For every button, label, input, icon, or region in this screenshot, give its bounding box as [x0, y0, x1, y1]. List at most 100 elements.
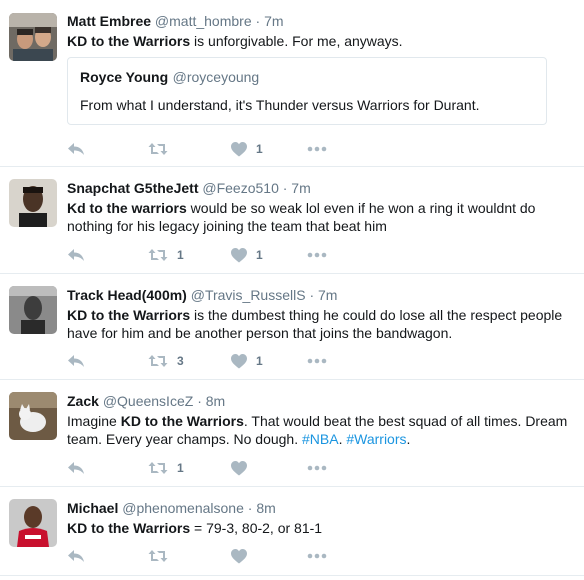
heart-icon: [231, 353, 247, 368]
like-count: 1: [256, 142, 263, 156]
reply-icon: [68, 249, 84, 261]
tweet-header: Zack @QueensIceZ · 8m: [67, 392, 576, 410]
more-icon: [307, 252, 327, 258]
more-icon: [307, 358, 327, 364]
tweet-time[interactable]: · 8m: [197, 393, 225, 409]
tweet-fullname[interactable]: Snapchat G5theJett: [67, 180, 198, 196]
avatar[interactable]: [9, 499, 57, 547]
tweet-text-end: .: [406, 431, 411, 447]
heart-icon: [231, 141, 247, 156]
tweet-text: Kd to the warriors would be so weak lol …: [67, 199, 576, 235]
reply-button[interactable]: [67, 351, 85, 371]
more-icon: [307, 146, 327, 152]
retweet-icon: [148, 355, 168, 367]
tweet[interactable]: Snapchat G5theJett @Feezo510 · 7m Kd to …: [0, 167, 584, 274]
tweet-fullname[interactable]: Michael: [67, 500, 118, 516]
heart-icon: [231, 548, 247, 563]
like-button[interactable]: 1: [231, 139, 263, 159]
tweet-feed: Matt Embree @matt_hombre · 7m KD to the …: [0, 0, 584, 576]
heart-icon: [231, 460, 247, 475]
tweet-text: Imagine KD to the Warriors. That would b…: [67, 412, 576, 448]
retweet-button[interactable]: 1: [148, 245, 184, 265]
tweet-header: Track Head(400m) @Travis_RussellS · 7m: [67, 286, 576, 304]
retweet-count: 3: [177, 354, 184, 368]
tweet[interactable]: Zack @QueensIceZ · 8m Imagine KD to the …: [0, 380, 584, 487]
more-button[interactable]: [307, 546, 327, 566]
tweet-time[interactable]: · 7m: [283, 180, 311, 196]
tweet-time[interactable]: · 8m: [248, 500, 276, 516]
more-icon: [307, 553, 327, 559]
avatar[interactable]: [9, 179, 57, 227]
hashtag-link[interactable]: #NBA: [302, 431, 339, 447]
tweet-fullname[interactable]: Zack: [67, 393, 99, 409]
hashtag-link[interactable]: #Warriors: [346, 431, 406, 447]
more-button[interactable]: [307, 351, 327, 371]
tweet-keyword: KD to the Warriors: [67, 520, 191, 536]
tweet-fullname[interactable]: Matt Embree: [67, 13, 151, 29]
tweet-text-rest: is unforgivable. For me, anyways.: [190, 33, 403, 49]
like-button[interactable]: [231, 546, 256, 566]
reply-button[interactable]: [67, 546, 85, 566]
tweet-text-pre: Imagine: [67, 413, 121, 429]
quoted-tweet-fullname: Royce Young: [80, 69, 169, 85]
tweet-username[interactable]: @matt_hombre: [155, 13, 252, 29]
retweet-icon: [148, 143, 168, 155]
tweet-actions: 1: [67, 458, 367, 478]
tweet-keyword: KD to the Warriors: [67, 33, 191, 49]
like-button[interactable]: 1: [231, 351, 263, 371]
avatar[interactable]: [9, 392, 57, 440]
more-icon: [307, 465, 327, 471]
retweet-button[interactable]: [148, 546, 177, 566]
tweet-actions: 1 1: [67, 245, 367, 265]
tweet-keyword: Kd to the warriors: [67, 200, 187, 216]
reply-button[interactable]: [67, 139, 85, 159]
tweet-username[interactable]: @phenomenalsone: [122, 500, 244, 516]
avatar[interactable]: [9, 286, 57, 334]
tweet-header: Snapchat G5theJett @Feezo510 · 7m: [67, 179, 576, 197]
retweet-icon: [148, 462, 168, 474]
tweet-username[interactable]: @Feezo510: [202, 180, 278, 196]
reply-icon: [68, 355, 84, 367]
retweet-button[interactable]: [148, 139, 177, 159]
quoted-tweet-username: @royceyoung: [172, 69, 260, 85]
like-button[interactable]: [231, 458, 256, 478]
retweet-button[interactable]: 1: [148, 458, 184, 478]
tweet[interactable]: Track Head(400m) @Travis_RussellS · 7m K…: [0, 274, 584, 380]
tweet-header: Matt Embree @matt_hombre · 7m: [67, 12, 576, 30]
tweet-keyword: KD to the Warriors: [120, 413, 244, 429]
reply-button[interactable]: [67, 245, 85, 265]
retweet-count: 1: [177, 248, 184, 262]
tweet-time[interactable]: · 7m: [256, 13, 284, 29]
retweet-icon: [148, 550, 168, 562]
tweet-time[interactable]: · 7m: [309, 287, 337, 303]
tweet-fullname[interactable]: Track Head(400m): [67, 287, 187, 303]
tweet-username[interactable]: @Travis_RussellS: [191, 287, 306, 303]
retweet-count: 1: [177, 461, 184, 475]
tweet-text: KD to the Warriors is the dumbest thing …: [67, 306, 576, 342]
more-button[interactable]: [307, 139, 327, 159]
tweet-keyword: KD to the Warriors: [67, 307, 191, 323]
tweet-text: KD to the Warriors = 79-3, 80-2, or 81-1: [67, 519, 576, 537]
tweet-actions: 3 1: [67, 351, 367, 371]
tweet-actions: [67, 546, 367, 566]
more-button[interactable]: [307, 245, 327, 265]
tweet-text: KD to the Warriors is unforgivable. For …: [67, 32, 576, 50]
more-button[interactable]: [307, 458, 327, 478]
reply-button[interactable]: [67, 458, 85, 478]
quoted-tweet[interactable]: Royce Young @royceyoung From what I unde…: [67, 57, 547, 125]
tweet-username[interactable]: @QueensIceZ: [103, 393, 193, 409]
retweet-button[interactable]: 3: [148, 351, 184, 371]
tweet-actions: 1: [67, 139, 367, 159]
like-count: 1: [256, 248, 263, 262]
tweet[interactable]: Michael @phenomenalsone · 8m KD to the W…: [0, 487, 584, 576]
like-button[interactable]: 1: [231, 245, 263, 265]
reply-icon: [68, 550, 84, 562]
tweet[interactable]: Matt Embree @matt_hombre · 7m KD to the …: [0, 0, 584, 167]
tweet-header: Michael @phenomenalsone · 8m: [67, 499, 576, 517]
avatar[interactable]: [9, 13, 57, 61]
tweet-text-rest: = 79-3, 80-2, or 81-1: [190, 520, 323, 536]
retweet-icon: [148, 249, 168, 261]
heart-icon: [231, 247, 247, 262]
like-count: 1: [256, 354, 263, 368]
reply-icon: [68, 462, 84, 474]
